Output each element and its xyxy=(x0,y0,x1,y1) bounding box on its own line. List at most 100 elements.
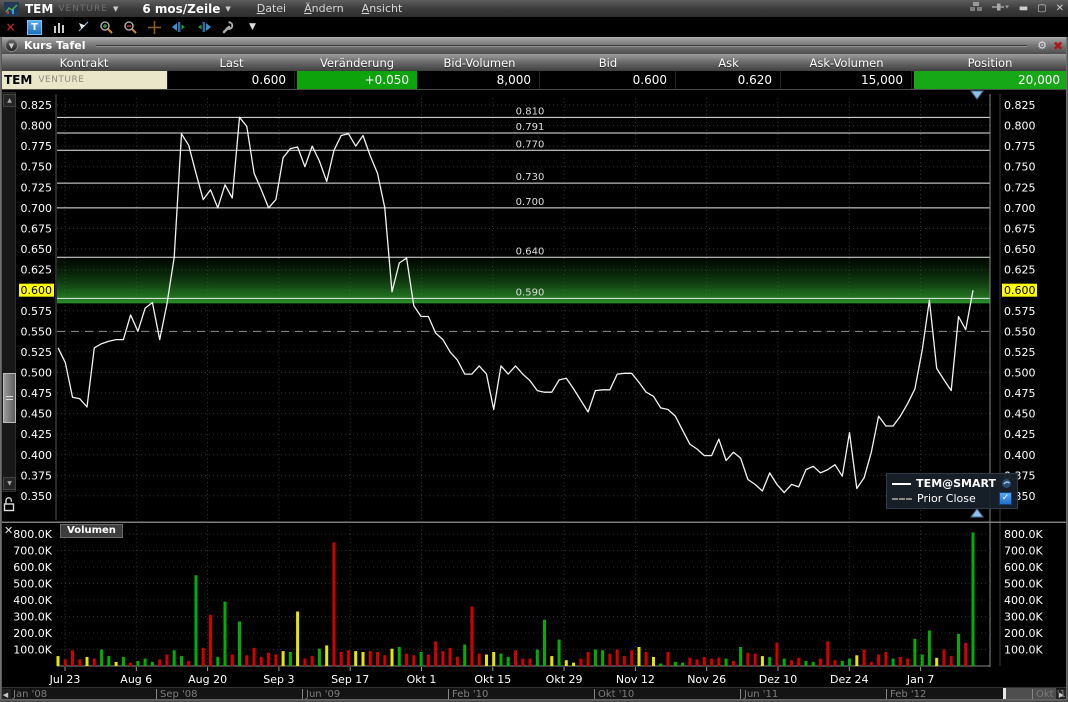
timeframe-selector[interactable]: 6 mos/Zeile ▼ xyxy=(142,2,230,16)
volume-bar xyxy=(303,659,306,666)
volume-bar xyxy=(746,653,749,666)
volume-bar xyxy=(296,612,299,667)
compress-bars-icon[interactable] xyxy=(171,19,187,35)
x-axis-label: Sep 17 xyxy=(331,673,369,686)
price-axis-label: 0.450 xyxy=(1004,408,1036,421)
price-axis-label: 0.525 xyxy=(21,346,53,359)
menu-datei[interactable]: Datei xyxy=(257,2,286,15)
volume-bar xyxy=(434,641,437,666)
column-header-last[interactable]: Last xyxy=(168,54,295,71)
volume-close-icon[interactable]: ✕ xyxy=(4,524,13,537)
divider xyxy=(96,45,1028,46)
trendline-tool-icon[interactable] xyxy=(75,19,90,35)
quote-table-row: TEMVENTURE0.600+0.0508,0000.6000.62015,0… xyxy=(0,71,1068,90)
bid-cell[interactable]: 0.600 xyxy=(540,71,676,89)
symbol-selector[interactable]: TEM VENTURE ▼ xyxy=(25,2,118,16)
column-header-kontrakt[interactable]: Kontrakt xyxy=(0,54,168,71)
volume-bar xyxy=(507,657,510,666)
volume-bar xyxy=(151,662,154,666)
column-header-ask-volumen[interactable]: Ask-Volumen xyxy=(781,54,912,71)
scroll-down-button[interactable]: ▼ xyxy=(3,477,16,490)
price-axis-label: 0.375 xyxy=(21,469,53,482)
symbol-exchange-ghost: VENTURE xyxy=(58,4,108,14)
price-axis-label: 0.550 xyxy=(21,325,53,338)
minimize-button[interactable]: ▬ xyxy=(1019,4,1028,14)
prior-close-checkbox[interactable]: ✓ xyxy=(999,492,1012,505)
volume-bar xyxy=(71,650,74,666)
price-volume-chart[interactable]: 0.8100.7910.7700.7300.7000.6400.5900.825… xyxy=(0,90,1068,687)
volume-bar xyxy=(158,659,161,666)
last-cell[interactable]: 0.600 xyxy=(168,71,295,89)
volume-bar xyxy=(688,658,691,666)
volume-axis-label: 100.0K xyxy=(13,644,52,657)
panel-divider[interactable] xyxy=(0,522,1068,524)
collapse-panel-icon[interactable]: ▼ xyxy=(5,39,18,52)
ask-volume-cell[interactable]: 15,000 xyxy=(781,71,912,89)
panel-settings-icon[interactable]: ⚙ xyxy=(1037,39,1047,52)
zoom-in-icon[interactable] xyxy=(99,19,114,35)
column-header-bid-volumen[interactable]: Bid-Volumen xyxy=(419,54,540,71)
crosshair-icon[interactable] xyxy=(147,19,162,35)
axis-lock-icon[interactable] xyxy=(2,496,16,516)
remove-tool-icon[interactable]: × xyxy=(3,19,18,35)
volume-bar xyxy=(819,659,822,666)
panel-close-icon[interactable]: ✖ xyxy=(1053,39,1063,53)
bid-volume-cell[interactable]: 8,000 xyxy=(419,71,540,89)
price-axis-label: 0.600 xyxy=(21,284,53,297)
position-cell[interactable]: 20,000 xyxy=(912,71,1068,89)
scroll-marker-bottom[interactable] xyxy=(971,509,983,517)
column-header-ask[interactable]: Ask xyxy=(676,54,781,71)
volume-axis-label: 700.0K xyxy=(13,545,52,558)
text-tool-icon[interactable]: T xyxy=(27,19,42,35)
volume-bar xyxy=(579,659,582,666)
settings-wrench-icon[interactable] xyxy=(221,19,236,35)
volume-bar xyxy=(376,652,379,666)
close-button[interactable]: ✕ xyxy=(1056,4,1064,14)
change-cell[interactable]: +0.050 xyxy=(295,71,419,89)
column-header-bid[interactable]: Bid xyxy=(540,54,676,71)
contract-symbol: TEM xyxy=(4,73,32,87)
bar-chart-icon[interactable] xyxy=(51,19,66,35)
menu-aendern[interactable]: Ändern xyxy=(304,2,344,15)
chart-legend[interactable]: TEM@SMART Prior Close ✓ xyxy=(886,473,1018,509)
volume-bar xyxy=(231,655,234,667)
volume-bar xyxy=(739,647,742,666)
maximize-button[interactable]: ▢ xyxy=(1037,4,1046,14)
scroll-up-button[interactable]: ▲ xyxy=(3,94,16,107)
expand-bars-icon[interactable] xyxy=(196,19,212,35)
volume-bar xyxy=(165,655,168,667)
column-header-position[interactable]: Position xyxy=(912,54,1068,71)
quote-table-header: KontraktLastVeränderungBid-VolumenBidAsk… xyxy=(0,54,1068,71)
volume-bar xyxy=(550,656,553,666)
volume-bar xyxy=(826,641,829,666)
scroll-marker-top[interactable] xyxy=(971,91,983,99)
x-axis-label: Dez 24 xyxy=(830,673,869,686)
contract-cell[interactable]: TEMVENTURE xyxy=(0,71,168,89)
volume-bar xyxy=(195,575,198,666)
volume-bar xyxy=(64,659,67,666)
volume-bar xyxy=(710,659,713,666)
volume-axis-label: 600.0K xyxy=(13,561,52,574)
legend-grab-icon[interactable] xyxy=(1001,478,1012,489)
x-axis-label: Jan 7 xyxy=(906,673,934,686)
volume-bar xyxy=(86,657,89,666)
volume-bar xyxy=(529,659,532,666)
group-windows-icon[interactable] xyxy=(969,1,983,16)
volume-bar xyxy=(834,660,837,666)
pin-icon[interactable] xyxy=(992,2,1010,15)
volume-bar xyxy=(173,650,176,666)
chevron-down-icon: ▼ xyxy=(225,5,230,13)
volume-bar xyxy=(652,657,655,666)
volume-bar xyxy=(906,659,909,666)
column-header-vernderung[interactable]: Veränderung xyxy=(295,54,419,71)
legend-series-name: Prior Close xyxy=(917,492,976,505)
menu-ansicht[interactable]: Ansicht xyxy=(362,2,403,15)
tools-dropdown-icon[interactable]: ▼ xyxy=(245,19,260,35)
zoom-out-icon[interactable] xyxy=(123,19,138,35)
scrollbar-thumb[interactable] xyxy=(3,373,16,423)
price-axis-scrollbar[interactable]: ▲ ▼ xyxy=(1,92,16,492)
ask-cell[interactable]: 0.620 xyxy=(676,71,781,89)
volume-axis-label: 700.0K xyxy=(1004,545,1043,558)
legend-series-name: TEM@SMART xyxy=(916,477,996,490)
volume-bar xyxy=(754,654,757,666)
